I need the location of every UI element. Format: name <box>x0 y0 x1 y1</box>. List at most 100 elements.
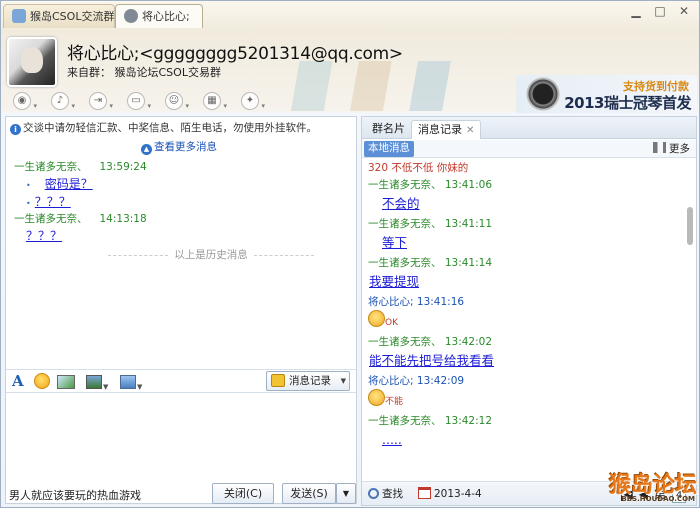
remote-assist-button[interactable]: ▭ ▾ <box>121 89 151 110</box>
history-row-partial: 320 不低不低 你妹的 <box>368 162 469 174</box>
history-sender: 将心比心; 13:42:09 <box>368 375 465 387</box>
avatar[interactable] <box>7 37 57 87</box>
history-sender: 将心比心; 13:41:16 <box>368 296 465 308</box>
chevron-down-icon[interactable]: ▼ <box>137 379 142 395</box>
history-message: 我要提现 <box>369 274 420 289</box>
group-button[interactable]: ☺ ▾ <box>159 89 189 110</box>
history-sender: 一生诸多无奈、 13:41:14 <box>368 257 493 269</box>
scrollbar-thumb[interactable] <box>687 207 693 245</box>
side-panel: 群名片 消息记录 ✕ 本地消息 更多 320 不低不低 你妹的 一生诸多无奈、 1… <box>361 116 697 506</box>
history-message: 等下 <box>382 235 408 250</box>
history-sender: 一生诸多无奈、 13:42:12 <box>368 415 493 427</box>
tab-message-history[interactable]: 消息记录 ✕ <box>411 120 482 139</box>
local-messages-tab[interactable]: 本地消息 <box>364 141 414 157</box>
history-sender: 一生诸多无奈、 13:42:02 <box>368 336 493 348</box>
apps-icon: ▦ <box>203 92 221 110</box>
close-icon[interactable]: ✕ <box>673 3 695 21</box>
forum-logo: 猴岛论坛 BBS.HOUDAO.COM <box>608 473 697 503</box>
send-button[interactable]: 发送(S) <box>282 483 336 504</box>
app-button[interactable]: ▦ ▾ <box>197 89 227 110</box>
group-icon <box>12 9 26 23</box>
microphone-icon: ♪ <box>51 92 69 110</box>
ad-title: 2013瑞士冠琴首发 <box>564 94 691 112</box>
history-subbar: 本地消息 更多 <box>362 140 696 158</box>
video-call-button[interactable]: ◉ ▾ <box>7 89 37 110</box>
date-value: 2013-4-4 <box>434 488 482 500</box>
security-notice: i 交谈中请勿轻信汇款、中奖信息、陌生电话，勿使用外挂软件。 <box>10 120 350 135</box>
contact-source: 来自群： 猴岛论坛CSOL交易群 <box>67 66 221 79</box>
chevron-down-icon[interactable]: ▼ <box>103 379 108 395</box>
no-face-icon <box>368 389 385 406</box>
more-icon: ✦ <box>241 92 259 110</box>
history-message: ..... <box>382 432 402 447</box>
screenshot-icon[interactable] <box>120 375 136 389</box>
ok-face-icon <box>368 310 385 327</box>
format-toolbar: A ▼ ▼ 消息记录 ▼ <box>6 369 356 393</box>
ad-banner[interactable]: 支持货到付款 2013瑞士冠琴首发 <box>516 75 697 113</box>
date-picker[interactable]: 2013-4-4 <box>418 486 482 502</box>
more-button[interactable]: 更多 <box>653 141 690 157</box>
message-text: •？？？ <box>26 195 71 209</box>
more-messages-label: 查看更多消息 <box>154 141 217 153</box>
speaker-icon <box>653 142 666 153</box>
info-icon: i <box>10 124 21 135</box>
emoji-icon[interactable] <box>34 373 50 389</box>
watch-icon <box>520 77 566 111</box>
chat-pane: i 交谈中请勿轻信汇款、中奖信息、陌生电话，勿使用外挂软件。 ▲ 查看更多消息 一生… <box>5 116 357 504</box>
font-icon[interactable]: A <box>12 373 24 389</box>
close-icon[interactable]: ✕ <box>466 125 474 136</box>
message-text: • 密码是？ <box>26 177 93 191</box>
message-sender: 一生诸多无奈、 14:13:18 <box>14 213 147 225</box>
people-icon: ☺ <box>165 92 183 110</box>
close-button[interactable]: 关闭(C) <box>212 483 274 504</box>
up-arrow-icon: ▲ <box>141 144 152 155</box>
message-input[interactable] <box>6 394 356 482</box>
image-icon[interactable] <box>86 375 102 389</box>
tab-group-chat[interactable]: 猴岛CSOL交流群 <box>3 4 115 28</box>
history-emoji: 不能 <box>368 389 686 413</box>
tab-group-card[interactable]: 群名片 <box>366 120 411 139</box>
history-button-label: 消息记录 <box>289 375 331 387</box>
screen-icon: ▭ <box>127 92 145 110</box>
chat-toolbar: ◉ ▾ ♪ ▾ ⇥ ▾ ▭ ▾ ☺ ▾ ▦ ▾ ✦ ▾ <box>7 89 265 111</box>
tab-label: 消息记录 <box>418 123 462 136</box>
minimize-icon[interactable]: ▁ <box>625 3 647 21</box>
tab-label: 将心比心; <box>142 10 190 23</box>
tab-private-chat[interactable]: 将心比心; <box>115 4 203 28</box>
send-options-button[interactable]: ▼ <box>336 483 356 504</box>
game-ad-link[interactable]: 男人就应该要玩的热血游戏 <box>9 487 141 503</box>
history-message: 不会的 <box>382 196 420 211</box>
side-tabs: 群名片 消息记录 ✕ <box>362 117 696 139</box>
history-scrollbar[interactable] <box>686 161 694 481</box>
camera-icon: ◉ <box>13 92 31 110</box>
history-sender: 一生诸多无奈、 13:41:06 <box>368 179 493 191</box>
tab-label: 猴岛CSOL交流群 <box>30 10 115 23</box>
search-icon <box>368 488 379 499</box>
history-message: 能不能先把号给我看看 <box>369 353 495 368</box>
contact-name: 将心比心;<gggggggg5201314@qq.com> <box>67 44 403 64</box>
tab-bar: 猴岛CSOL交流群 将心比心; ▁ □ ✕ <box>1 1 699 29</box>
message-text: ？？？ <box>26 229 63 243</box>
search-label: 查找 <box>382 488 403 500</box>
history-sender: 一生诸多无奈、 13:41:11 <box>368 218 493 230</box>
message-sender: 一生诸多无奈、 13:59:24 <box>14 161 147 173</box>
notice-text: 交谈中请勿轻信汇款、中奖信息、陌生电话，勿使用外挂软件。 <box>23 122 317 134</box>
history-emoji: OK <box>368 310 686 334</box>
magic-text-icon[interactable] <box>57 375 75 389</box>
voice-call-button[interactable]: ♪ ▾ <box>45 89 75 110</box>
file-transfer-button[interactable]: ⇥ ▾ <box>83 89 113 110</box>
contact-icon <box>124 9 138 23</box>
message-history-button[interactable]: 消息记录 ▼ <box>266 371 350 391</box>
history-icon <box>271 374 285 387</box>
message-history: 一生诸多无奈、 13:59:24 • 密码是？ •？？？ 一生诸多无奈、 14:13:… <box>14 159 348 245</box>
history-list: 320 不低不低 你妹的 一生诸多无奈、 13:41:06 不会的 一生诸多无奈… <box>368 161 686 479</box>
search-button[interactable]: 查找 <box>368 486 403 502</box>
history-divider: 以上是历史消息 <box>86 247 336 262</box>
more-label: 更多 <box>669 143 690 155</box>
more-tools-button[interactable]: ✦ ▾ <box>235 89 265 110</box>
bottom-bar: 男人就应该要玩的热血游戏 关闭(C) 发送(S) ▼ <box>5 482 357 506</box>
more-messages-link[interactable]: ▲ 查看更多消息 <box>141 139 217 155</box>
calendar-icon <box>418 487 431 499</box>
chat-window: 猴岛CSOL交流群 将心比心; ▁ □ ✕ 将心比心;<gggggggg5201… <box>0 0 700 508</box>
maximize-icon[interactable]: □ <box>649 3 671 21</box>
